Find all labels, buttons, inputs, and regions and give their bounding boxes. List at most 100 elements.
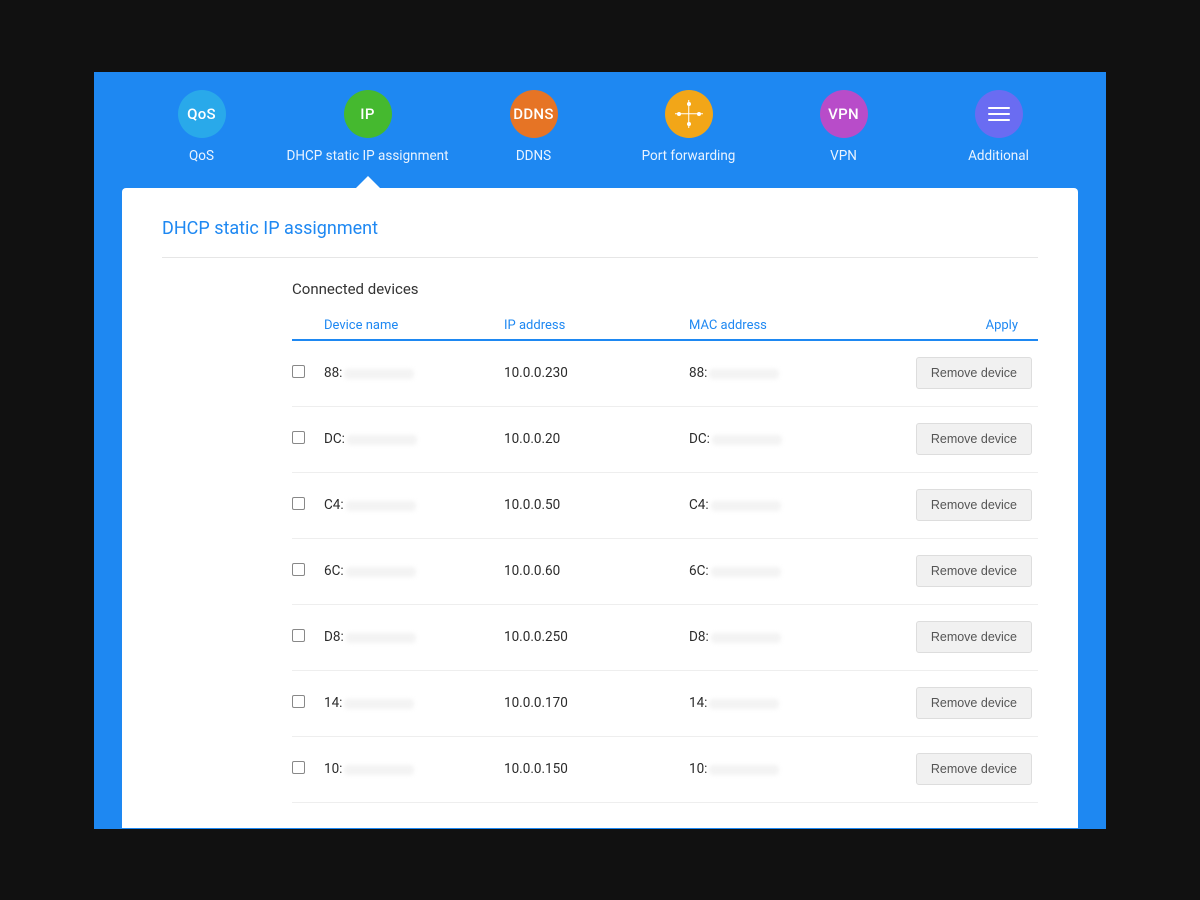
device-name-cell: D8: — [324, 629, 504, 645]
table-row: 10:10.0.0.15010: Remove device — [292, 737, 1038, 803]
row-checkbox-cell — [292, 629, 324, 646]
obscured-text — [709, 563, 781, 579]
remove-device-button[interactable]: Remove device — [916, 555, 1032, 587]
nav-dhcp-static-ip[interactable]: IP DHCP static IP assignment — [287, 90, 449, 164]
table-row: 6C:10.0.0.606C:Remove device — [292, 539, 1038, 605]
devices-table: Device name IP address MAC address Apply… — [292, 312, 1038, 803]
row-checkbox[interactable] — [292, 365, 305, 378]
ip-address-cell: 10.0.0.150 — [504, 761, 689, 777]
nav-additional-label: Additional — [968, 148, 1029, 164]
table-row: C4:10.0.0.50C4: Remove device — [292, 473, 1038, 539]
obscured-text — [344, 497, 416, 513]
row-checkbox-cell — [292, 563, 324, 580]
remove-device-button[interactable]: Remove device — [916, 423, 1032, 455]
table-row: 88:10.0.0.23088: Remove device — [292, 341, 1038, 407]
ip-address-cell: 10.0.0.50 — [504, 497, 689, 513]
remove-device-button[interactable]: Remove device — [916, 357, 1032, 389]
row-checkbox-cell — [292, 431, 324, 448]
mac-address-cell: D8: — [689, 629, 894, 645]
top-nav: QoSQoSIPDHCP static IP assignmentDDNSDDN… — [94, 72, 1106, 164]
apply-cell: Remove device — [894, 489, 1038, 521]
ip-address-cell: 10.0.0.250 — [504, 629, 689, 645]
nav-ddns-label: DDNS — [516, 148, 551, 164]
apply-cell: Remove device — [894, 555, 1038, 587]
row-checkbox-cell — [292, 497, 324, 514]
ip-address-cell: 10.0.0.20 — [504, 431, 689, 447]
nav-additional[interactable]: Additional — [929, 90, 1069, 164]
row-checkbox-cell — [292, 365, 324, 382]
row-checkbox[interactable] — [292, 629, 305, 642]
nav-dhcp-static-ip-label: DHCP static IP assignment — [287, 148, 449, 164]
device-name-cell: 14: — [324, 695, 504, 711]
table-body: 88:10.0.0.23088:Remove deviceDC:10.0.0.2… — [292, 341, 1038, 803]
nav-port-forwarding-label: Port forwarding — [642, 148, 736, 164]
column-checkbox — [292, 318, 324, 333]
device-name-cell: 88: — [324, 365, 504, 381]
nav-vpn-label: VPN — [830, 148, 857, 164]
section-title: Connected devices — [292, 280, 1038, 298]
obscured-text — [707, 365, 779, 381]
nav-port-forwarding-icon — [665, 90, 713, 138]
apply-cell: Remove device — [894, 423, 1038, 455]
nav-vpn[interactable]: VPN VPN — [774, 90, 914, 164]
remove-device-button[interactable]: Remove device — [916, 489, 1032, 521]
mac-address-cell: 10: — [689, 761, 894, 777]
obscured-text — [342, 695, 414, 711]
nav-dhcp-static-ip-icon: IP — [344, 90, 392, 138]
mac-address-cell: C4: — [689, 497, 894, 513]
device-name-cell: C4: — [324, 497, 504, 513]
table-row: DC:10.0.0.20DC: Remove device — [292, 407, 1038, 473]
nav-vpn-icon: VPN — [820, 90, 868, 138]
column-ip-address: IP address — [504, 318, 689, 333]
table-header: Device name IP address MAC address Apply — [292, 312, 1038, 341]
apply-cell: Remove device — [894, 687, 1038, 719]
panel-content: Connected devices Device name IP address… — [162, 258, 1038, 803]
mac-address-cell: 88: — [689, 365, 894, 381]
ip-address-cell: 10.0.0.60 — [504, 563, 689, 579]
apply-cell: Remove device — [894, 621, 1038, 653]
device-name-cell: 10: — [324, 761, 504, 777]
obscured-text — [707, 761, 779, 777]
device-name-cell: DC: — [324, 431, 504, 447]
nav-qos-label: QoS — [189, 148, 214, 164]
device-name-cell: 6C: — [324, 563, 504, 579]
row-checkbox[interactable] — [292, 761, 305, 774]
main-panel: DHCP static IP assignment Connected devi… — [122, 188, 1078, 828]
nav-ddns[interactable]: DDNS DDNS — [464, 90, 604, 164]
port-forwarding-icon — [675, 100, 703, 128]
obscured-text — [342, 761, 414, 777]
column-device-name: Device name — [324, 318, 504, 333]
obscured-text — [709, 497, 781, 513]
row-checkbox[interactable] — [292, 563, 305, 576]
apply-cell: Remove device — [894, 357, 1038, 389]
nav-port-forwarding[interactable]: Port forwarding — [619, 90, 759, 164]
row-checkbox[interactable] — [292, 497, 305, 510]
nav-additional-icon — [975, 90, 1023, 138]
app-window: QoSQoSIPDHCP static IP assignmentDDNSDDN… — [94, 72, 1106, 829]
nav-qos[interactable]: QoSQoS — [132, 90, 272, 164]
obscured-text — [709, 629, 781, 645]
ip-address-cell: 10.0.0.170 — [504, 695, 689, 711]
hamburger-icon — [988, 107, 1010, 121]
mac-address-cell: 14: — [689, 695, 894, 711]
obscured-text — [344, 629, 416, 645]
remove-device-button[interactable]: Remove device — [916, 687, 1032, 719]
panel-title: DHCP static IP assignment — [162, 218, 1038, 258]
remove-device-button[interactable]: Remove device — [916, 753, 1032, 785]
table-row: D8:10.0.0.250D8: Remove device — [292, 605, 1038, 671]
row-checkbox[interactable] — [292, 431, 305, 444]
remove-device-button[interactable]: Remove device — [916, 621, 1032, 653]
table-row: 14:10.0.0.17014: Remove device — [292, 671, 1038, 737]
mac-address-cell: DC: — [689, 431, 894, 447]
ip-address-cell: 10.0.0.230 — [504, 365, 689, 381]
obscured-text — [342, 365, 414, 381]
obscured-text — [710, 431, 782, 447]
obscured-text — [707, 695, 779, 711]
row-checkbox-cell — [292, 761, 324, 778]
obscured-text — [345, 431, 417, 447]
nav-ddns-icon: DDNS — [510, 90, 558, 138]
row-checkbox-cell — [292, 695, 324, 712]
apply-cell: Remove device — [894, 753, 1038, 785]
row-checkbox[interactable] — [292, 695, 305, 708]
obscured-text — [344, 563, 416, 579]
